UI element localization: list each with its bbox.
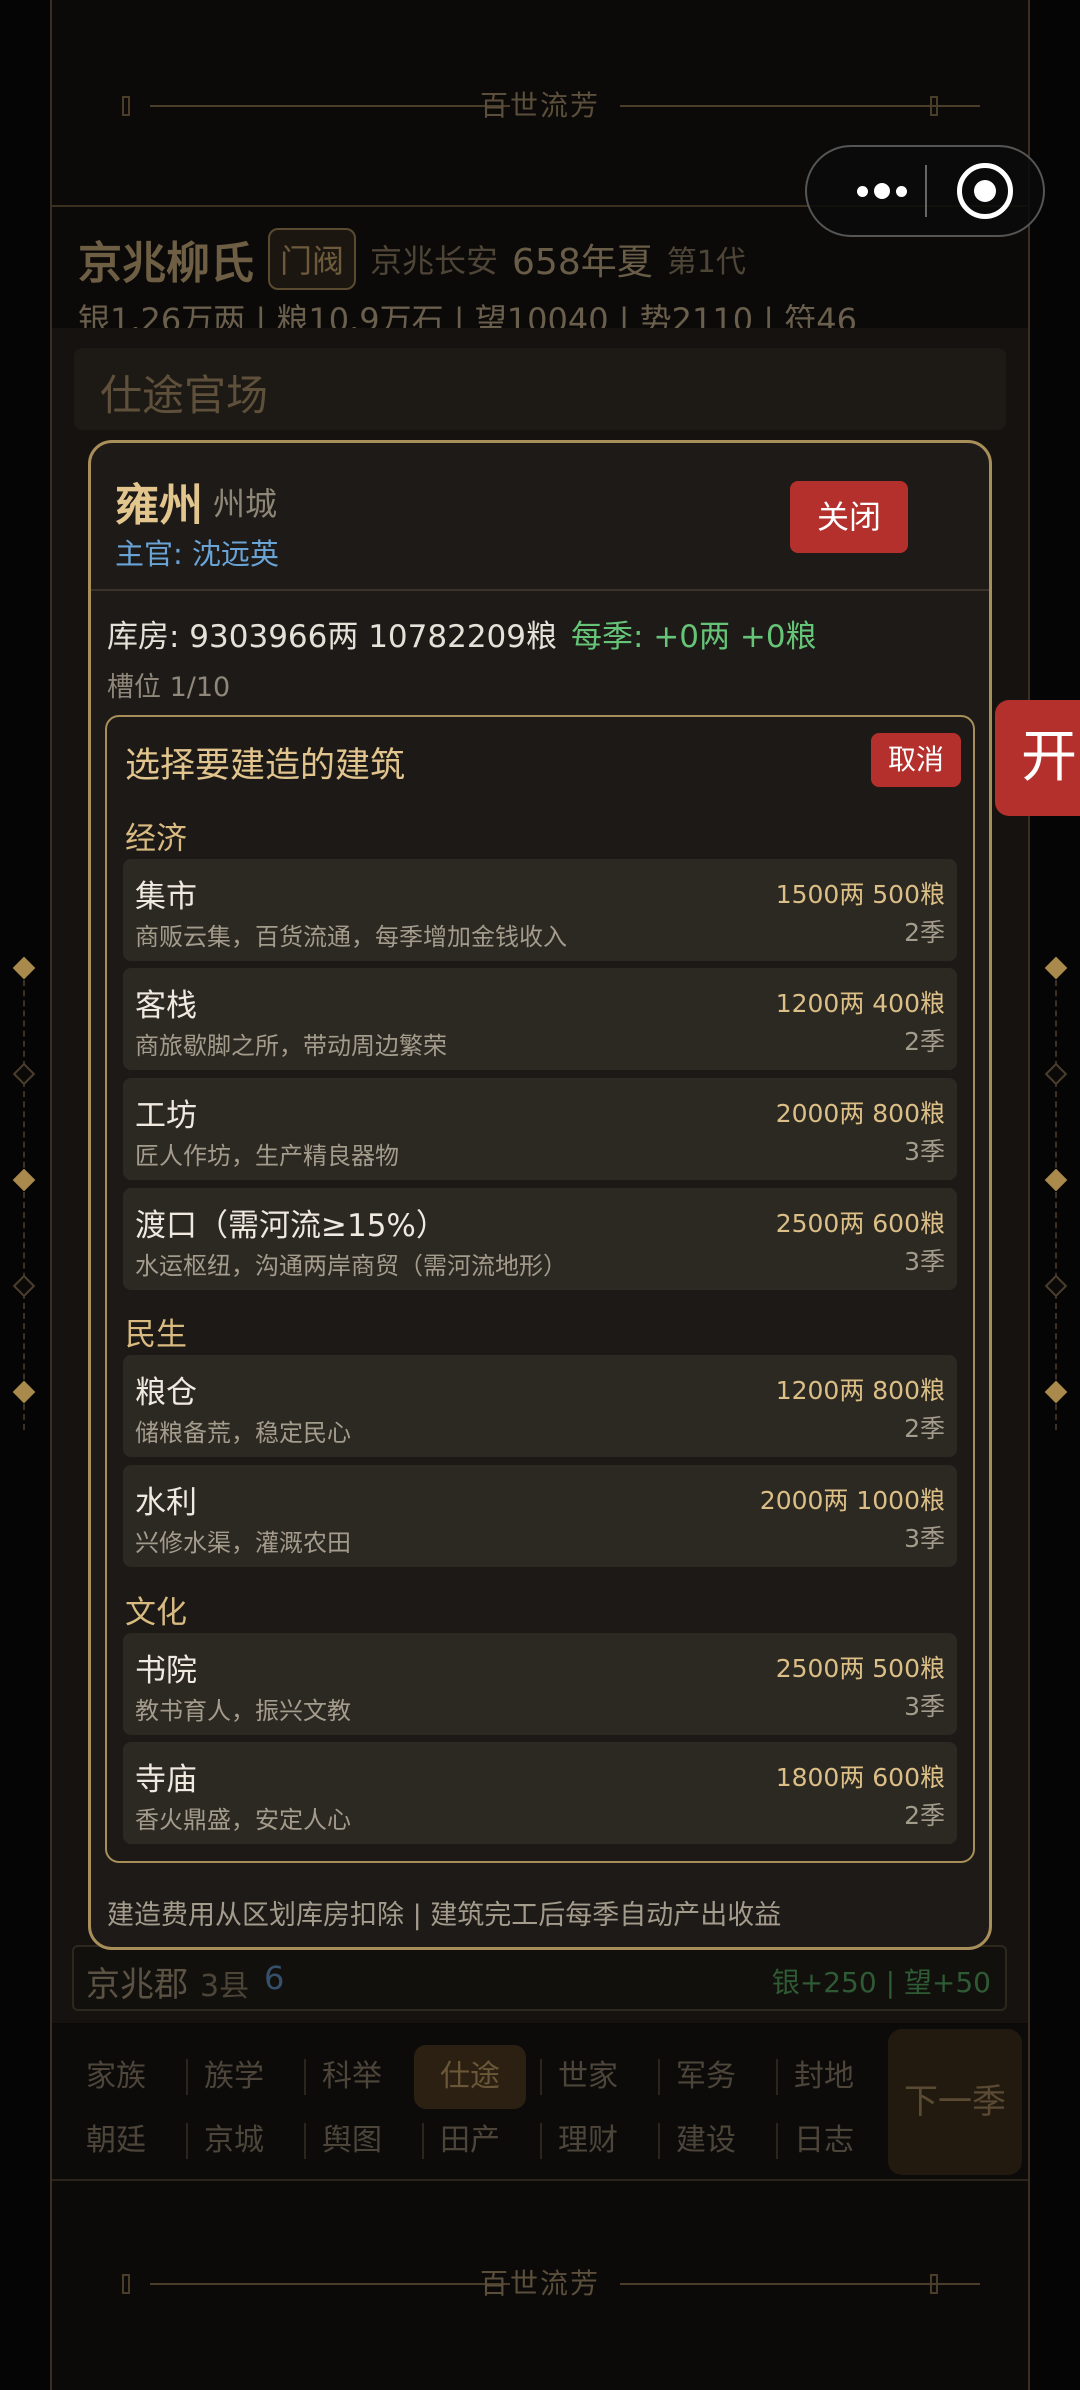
nav-map[interactable]: 舆图 (296, 2109, 408, 2173)
left-ornament (12, 956, 36, 1430)
building-time: 2季 (904, 1414, 945, 1443)
nav-court[interactable]: 朝廷 (60, 2109, 172, 2173)
nav-military[interactable]: 军务 (650, 2045, 762, 2109)
slot-count: 槽位 1/10 (107, 672, 231, 703)
county-sub: 3县 (200, 1969, 250, 2004)
open-side-button[interactable]: 开 (995, 700, 1080, 816)
more-icon[interactable] (839, 147, 925, 235)
modal-divider (91, 589, 989, 591)
nav-fief[interactable]: 封地 (768, 2045, 880, 2109)
building-cost: 1500两 500粮 (775, 880, 945, 909)
building-cost: 2500两 500粮 (775, 1654, 945, 1683)
next-season-button[interactable]: 下一季 (888, 2029, 1022, 2175)
building-name: 书院 (135, 1653, 197, 1689)
building-option-inn[interactable]: 客栈 商旅歇脚之所，带动周边繁荣 1200两 400粮 2季 (123, 968, 957, 1070)
nav-clan-school[interactable]: 族学 (178, 2045, 290, 2109)
building-cost: 2500两 600粮 (775, 1209, 945, 1238)
building-name: 渡口（需河流≥15%） (135, 1208, 447, 1244)
family-tag: 门阀 (268, 228, 357, 290)
nav-family[interactable]: 家族 (60, 2045, 172, 2109)
cancel-button[interactable]: 取消 (871, 733, 961, 787)
nav-construction[interactable]: 建设 (650, 2109, 762, 2173)
county-row[interactable]: 京兆郡 3县 6 银+250 | 望+50 (72, 1945, 1007, 2011)
modal-title: 雍州 (115, 480, 203, 531)
building-option-temple[interactable]: 寺庙 香火鼎盛，安定人心 1800两 600粮 2季 (123, 1742, 957, 1844)
family-name: 京兆柳氏 (78, 238, 254, 289)
building-time: 2季 (904, 918, 945, 947)
building-option-workshop[interactable]: 工坊 匠人作坊，生产精良器物 2000两 800粮 3季 (123, 1078, 957, 1180)
building-desc: 商旅歇脚之所，带动周边繁荣 (135, 1032, 447, 1060)
building-option-granary[interactable]: 粮仓 储粮备荒，稳定民心 1200两 800粮 2季 (123, 1355, 957, 1457)
building-desc: 兴修水渠，灌溉农田 (135, 1529, 351, 1557)
building-cost: 1800两 600粮 (775, 1763, 945, 1792)
building-time: 2季 (904, 1801, 945, 1830)
target-icon[interactable] (957, 163, 1013, 219)
nav-log[interactable]: 日志 (768, 2109, 880, 2173)
building-option-ferry[interactable]: 渡口（需河流≥15%） 水运枢纽，沟通两岸商贸（需河流地形） 2500两 600… (123, 1188, 957, 1290)
building-desc: 教书育人，振兴文教 (135, 1697, 351, 1725)
modal-region-type: 州城 (213, 485, 278, 523)
section-header: 仕途官场 (74, 348, 1006, 430)
county-income: 银+250 | 望+50 (771, 1966, 991, 1999)
building-desc: 水运枢纽，沟通两岸商贸（需河流地形） (135, 1252, 567, 1280)
picker-title: 选择要建造的建筑 (125, 746, 406, 786)
modal-official[interactable]: 主官: 沈远英 (115, 531, 279, 573)
building-name: 水利 (135, 1485, 197, 1521)
mini-program-capsule (805, 145, 1045, 237)
season-income: 每季: +0两 +0粮 (571, 619, 817, 655)
nav-capital[interactable]: 京城 (178, 2109, 290, 2173)
building-desc: 商贩云集，百货流通，每季增加金钱收入 (135, 923, 567, 951)
building-option-irrigation[interactable]: 水利 兴修水渠，灌溉农田 2000两 1000粮 3季 (123, 1465, 957, 1567)
building-cost: 2000两 800粮 (775, 1099, 945, 1128)
building-time: 2季 (904, 1027, 945, 1056)
building-cost: 1200两 400粮 (775, 989, 945, 1018)
current-year: 658年夏 (512, 242, 653, 283)
modal-footer-note: 建造费用从区划库房扣除 | 建筑完工后每季自动产出收益 (107, 1900, 782, 1931)
nav-exam[interactable]: 科举 (296, 2045, 408, 2109)
building-desc: 储粮备荒，稳定民心 (135, 1419, 351, 1447)
bottom-nav: 家族 族学 科举 仕途 世家 军务 封地 朝廷 京城 舆图 田产 理财 建设 日… (52, 2025, 1028, 2181)
building-name: 寺庙 (135, 1762, 197, 1798)
building-time: 3季 (904, 1137, 945, 1166)
bottom-banner: 百世流芳 (50, 2254, 1030, 2314)
section-title: 仕途官场 (100, 371, 269, 420)
nav-clans[interactable]: 世家 (532, 2045, 644, 2109)
building-name: 工坊 (135, 1098, 197, 1134)
building-cost: 1200两 800粮 (775, 1376, 945, 1405)
building-name: 集市 (135, 879, 197, 915)
storehouse-amount: 库房: 9303966两 10782209粮 (107, 619, 557, 655)
building-time: 3季 (904, 1524, 945, 1553)
generation: 第1代 (666, 245, 746, 280)
top-banner: 百世流芳 (50, 76, 1030, 136)
close-button[interactable]: 关闭 (790, 481, 908, 553)
category-economy: 经济 (125, 821, 187, 857)
storehouse-info: 库房: 9303966两 10782209粮 每季: +0两 +0粮 (107, 611, 817, 656)
category-livelihood: 民生 (125, 1317, 187, 1353)
family-location: 京兆长安 (370, 242, 499, 280)
category-culture: 文化 (125, 1595, 187, 1631)
county-name: 京兆郡 (86, 1965, 188, 2005)
right-ornament (1044, 956, 1068, 1430)
building-option-market[interactable]: 集市 商贩云集，百货流通，每季增加金钱收入 1500两 500粮 2季 (123, 859, 957, 961)
nav-farmland[interactable]: 田产 (414, 2109, 526, 2173)
building-time: 3季 (904, 1247, 945, 1276)
nav-finance[interactable]: 理财 (532, 2109, 644, 2173)
building-name: 粮仓 (135, 1375, 197, 1411)
building-time: 3季 (904, 1692, 945, 1721)
nav-career[interactable]: 仕途 (414, 2045, 526, 2109)
building-cost: 2000两 1000粮 (759, 1486, 945, 1515)
building-name: 客栈 (135, 988, 197, 1024)
county-num: 6 (264, 1959, 285, 1997)
building-desc: 香火鼎盛，安定人心 (135, 1806, 351, 1834)
building-picker: 选择要建造的建筑 取消 经济 集市 商贩云集，百货流通，每季增加金钱收入 150… (105, 715, 975, 1863)
building-desc: 匠人作坊，生产精良器物 (135, 1142, 399, 1170)
region-modal: 雍州 州城 主官: 沈远英 关闭 库房: 9303966两 10782209粮每… (88, 440, 992, 1950)
building-option-academy[interactable]: 书院 教书育人，振兴文教 2500两 500粮 3季 (123, 1633, 957, 1735)
